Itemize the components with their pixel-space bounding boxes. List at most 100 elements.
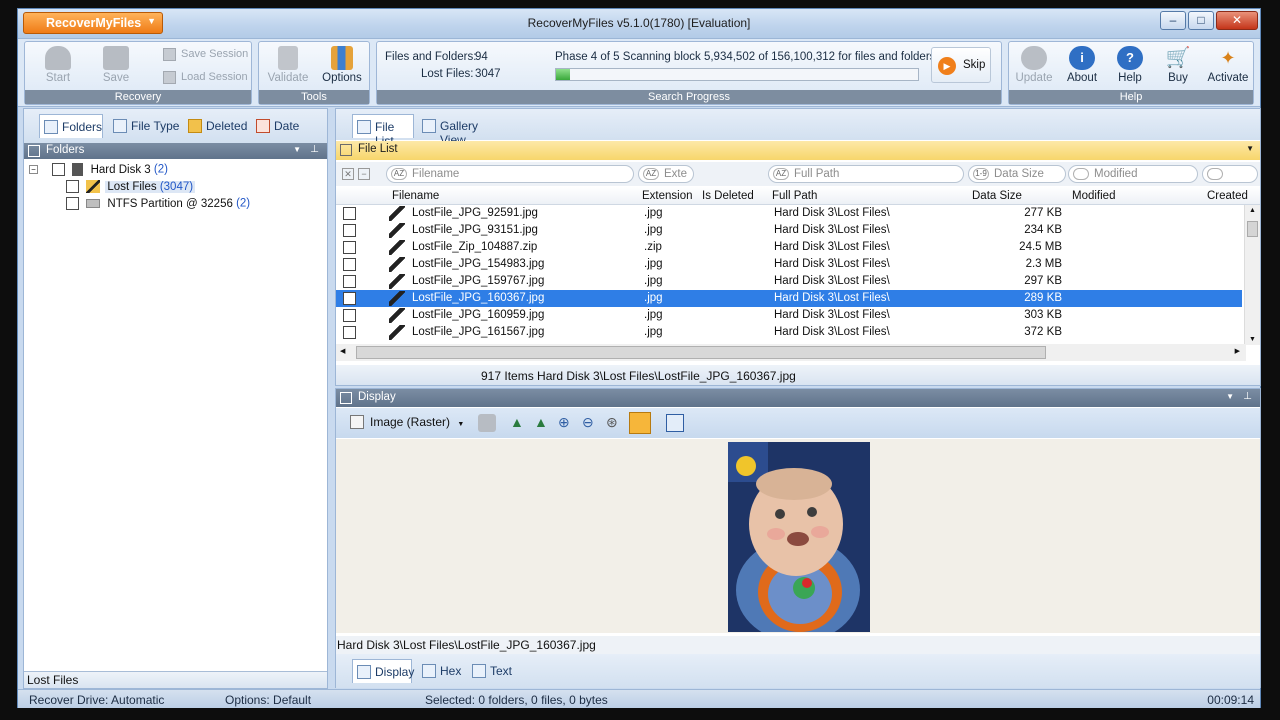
left-tab-bar: Folders File Type Deleted Date	[24, 109, 327, 143]
recovery-group: Start Save Save Session Load Session Rec…	[24, 41, 252, 105]
tab-text[interactable]: Text	[468, 659, 520, 683]
row-checkbox[interactable]	[343, 326, 356, 339]
col-is-deleted[interactable]: Is Deleted	[702, 190, 754, 202]
lost-file-icon	[389, 240, 405, 255]
save-button[interactable]: Save	[91, 45, 141, 90]
table-row[interactable]: LostFile_JPG_160367.jpg .jpg Hard Disk 3\L…	[336, 290, 1242, 307]
tree-item-hard-disk[interactable]: − Hard Disk 3 (2)	[29, 163, 168, 180]
scroll-right-icon[interactable]: ▶	[1235, 347, 1240, 355]
tab-file-list[interactable]: File List	[352, 114, 414, 148]
zoom-in-icon[interactable]: ⊕	[558, 414, 576, 432]
tree-label: NTFS Partition @ 32256	[107, 197, 233, 210]
table-row[interactable]: LostFile_JPG_93151.jpg .jpg Hard Disk 3\Lo…	[336, 222, 1242, 239]
row-checkbox[interactable]	[343, 224, 356, 237]
activate-button[interactable]: ✦ Activate	[1203, 45, 1253, 90]
calendar-icon	[1207, 168, 1223, 180]
rotate-left-icon[interactable]: ▲	[510, 414, 528, 432]
pin-icon[interactable]: ⊥	[310, 144, 319, 155]
table-row[interactable]: LostFile_Zip_104887.zip .zip Hard Disk 3\L…	[336, 239, 1242, 256]
rotate-right-icon[interactable]: ▲	[534, 414, 552, 432]
col-filename[interactable]: Filename	[392, 190, 439, 202]
tab-date[interactable]: Date	[252, 114, 308, 138]
tree-checkbox[interactable]	[66, 197, 79, 210]
load-session-button[interactable]: Load Session	[159, 68, 248, 88]
skip-button[interactable]: ▶ Skip	[931, 47, 991, 83]
table-row[interactable]: LostFile_JPG_159767.jpg .jpg Hard Disk 3\L…	[336, 273, 1242, 290]
extension-filter[interactable]: AZ Exte	[638, 165, 694, 183]
scroll-up-icon[interactable]: ▲	[1249, 207, 1256, 214]
table-row[interactable]: LostFile_JPG_160959.jpg .jpg Hard Disk 3\L…	[336, 307, 1242, 324]
tab-deleted[interactable]: Deleted	[184, 114, 250, 138]
tree-checkbox[interactable]	[52, 163, 66, 176]
filename-filter[interactable]: AZ Filename	[386, 165, 634, 183]
maximize-button[interactable]: □	[1188, 11, 1214, 30]
sort-az-icon: AZ	[643, 168, 659, 180]
filter-options-icon[interactable]: −	[358, 168, 370, 180]
col-full-path[interactable]: Full Path	[772, 190, 817, 202]
data-size-filter[interactable]: 1-9 Data Size	[968, 165, 1066, 183]
row-checkbox[interactable]	[343, 207, 356, 220]
table-row[interactable]: LostFile_JPG_154983.jpg .jpg Hard Disk 3\L…	[336, 256, 1242, 273]
save-session-button[interactable]: Save Session	[159, 45, 248, 65]
modified-filter[interactable]: Modified	[1068, 165, 1198, 183]
tree-checkbox[interactable]	[66, 180, 79, 193]
created-filter[interactable]	[1202, 165, 1258, 183]
table-row[interactable]: LostFile_JPG_161567.jpg .jpg Hard Disk 3\L…	[336, 324, 1242, 341]
col-extension[interactable]: Extension	[642, 190, 693, 202]
zoom-out-icon[interactable]: ⊖	[582, 414, 600, 432]
table-row[interactable]: LostFile_JPG_92591.jpg .jpg Hard Disk 3\Lo…	[336, 205, 1242, 222]
close-button[interactable]: ✕	[1216, 11, 1258, 30]
collapse-icon[interactable]: −	[29, 165, 38, 174]
tree-item-ntfs-partition[interactable]: NTFS Partition @ 32256 (2)	[66, 197, 250, 214]
tab-folders[interactable]: Folders	[39, 114, 103, 138]
files-folders-label: Files and Folders:	[385, 51, 477, 63]
pin-icon[interactable]: ⊥	[1243, 391, 1252, 402]
view-mode-dropdown[interactable]: Image (Raster) ▼	[344, 412, 468, 434]
tree-count: (3047)	[159, 180, 194, 193]
options-button[interactable]: Options	[317, 45, 367, 90]
row-checkbox[interactable]	[343, 258, 356, 271]
scroll-thumb[interactable]	[356, 346, 1046, 359]
tree-count: (2)	[236, 197, 251, 210]
full-path-filter[interactable]: AZ Full Path	[768, 165, 964, 183]
scroll-down-icon[interactable]: ▼	[1249, 336, 1256, 343]
selection-status: Selected: 0 folders, 0 files, 0 bytes	[425, 693, 608, 707]
row-checkbox[interactable]	[343, 241, 356, 254]
image-raster-icon	[350, 415, 364, 429]
actual-size-icon[interactable]: ⊛	[606, 414, 624, 432]
col-modified[interactable]: Modified	[1072, 190, 1115, 202]
fit-width-icon[interactable]	[478, 414, 496, 432]
files-folders-value: 94	[475, 51, 488, 63]
col-created[interactable]: Created	[1207, 190, 1248, 202]
clear-filter-icon[interactable]: ✕	[342, 168, 354, 180]
copy-icon[interactable]	[666, 414, 684, 432]
validate-button[interactable]: Validate	[263, 45, 313, 90]
modified-filter-label: Modified	[1094, 168, 1138, 180]
status-bar: Recover Drive: Automatic Options: Defaul…	[18, 689, 1260, 708]
scroll-left-icon[interactable]: ◀	[340, 347, 345, 355]
tab-display[interactable]: Display	[352, 659, 414, 683]
tab-file-type[interactable]: File Type	[109, 114, 181, 138]
start-button[interactable]: Start	[33, 45, 83, 90]
partition-icon	[86, 199, 101, 208]
scroll-thumb[interactable]	[1247, 221, 1258, 237]
row-checkbox[interactable]	[343, 275, 356, 288]
minimize-button[interactable]: –	[1160, 11, 1186, 30]
about-button[interactable]: i About	[1059, 45, 1105, 90]
update-button[interactable]: Update	[1011, 45, 1057, 90]
fit-to-window-icon[interactable]	[629, 412, 651, 434]
tab-hex[interactable]: Hex	[418, 659, 464, 683]
help-button[interactable]: ? Help	[1107, 45, 1153, 90]
tab-gallery-view[interactable]: Gallery View	[418, 114, 504, 147]
col-data-size[interactable]: Data Size	[972, 190, 1022, 202]
pane-dropdown-icon[interactable]: ▼	[1246, 144, 1254, 153]
row-checkbox[interactable]	[343, 292, 356, 305]
row-checkbox[interactable]	[343, 309, 356, 322]
vertical-scrollbar[interactable]: ▲ ▼	[1244, 205, 1260, 345]
pane-dropdown-icon[interactable]: ▼	[1226, 392, 1234, 401]
buy-button[interactable]: 🛒 Buy	[1155, 45, 1201, 90]
pane-dropdown-icon[interactable]: ▼	[293, 145, 301, 154]
tree-item-lost-files[interactable]: Lost Files (3047)	[66, 180, 196, 197]
file-type-icon	[113, 119, 127, 133]
horizontal-scrollbar[interactable]: ◀ ▶	[336, 344, 1246, 361]
